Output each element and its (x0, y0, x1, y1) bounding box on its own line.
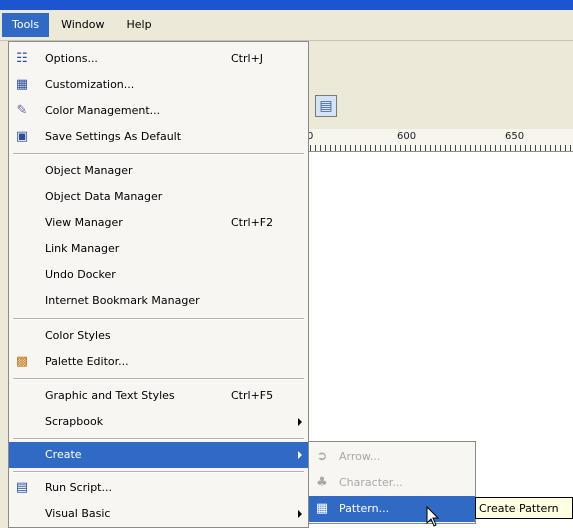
run-script-icon: ▤ (15, 480, 29, 495)
horizontal-ruler[interactable]: 0 600 650 (305, 129, 573, 152)
menu-help[interactable]: Help (116, 13, 161, 37)
menu-separator (13, 318, 304, 320)
menu-item-object-manager[interactable]: Object Manager (9, 158, 308, 184)
palette-editor-icon: ▩ (15, 354, 29, 369)
menu-item-visual-basic[interactable]: Visual Basic (9, 501, 308, 527)
menu-item-options[interactable]: ☷ Options... Ctrl+J (9, 46, 308, 72)
color-management-icon: ✎ (16, 103, 28, 118)
save-settings-icon: ▣ (15, 129, 29, 144)
mouse-cursor-icon (426, 506, 440, 527)
menu-item-palette-editor[interactable]: ▩ Palette Editor... (9, 349, 308, 375)
ruler-label: 600 (397, 131, 417, 142)
menu-item-undo-docker[interactable]: Undo Docker (9, 262, 308, 288)
menu-separator (13, 471, 304, 473)
menu-tools[interactable]: Tools (2, 13, 50, 37)
submenu-item-pattern[interactable]: ▦ Pattern... (309, 496, 475, 522)
menu-item-customization[interactable]: ▦ Customization... (9, 72, 308, 98)
menu-item-internet-bookmark-manager[interactable]: Internet Bookmark Manager (9, 288, 308, 314)
menu-item-scrapbook[interactable]: Scrapbook (9, 409, 308, 435)
menu-separator (13, 438, 304, 440)
submenu-arrow-icon (298, 510, 302, 518)
menu-separator (13, 378, 304, 380)
character-icon: ♣ (316, 475, 328, 490)
pattern-icon: ▦ (315, 501, 329, 516)
menu-window[interactable]: Window (51, 13, 114, 37)
submenu-item-character[interactable]: ♣ Character... (309, 470, 475, 496)
menu-item-link-manager[interactable]: Link Manager (9, 236, 308, 262)
ruler-label: 650 (505, 131, 525, 142)
window-title-strip (0, 0, 573, 10)
menu-item-run-script[interactable]: ▤ Run Script... (9, 475, 308, 501)
tooltip: Create Pattern (475, 497, 573, 519)
menu-item-create[interactable]: Create (9, 442, 308, 468)
submenu-arrow-icon (298, 451, 302, 459)
menu-item-object-data-manager[interactable]: Object Data Manager (9, 184, 308, 210)
menu-item-graphic-text-styles[interactable]: Graphic and Text Styles Ctrl+F5 (9, 383, 308, 409)
options-icon: ☷ (16, 51, 28, 66)
submenu-item-arrow[interactable]: ➲ Arrow... (309, 444, 475, 470)
layout-icon[interactable]: ▤ (315, 95, 337, 117)
menu-item-color-management[interactable]: ✎ Color Management... (9, 98, 308, 124)
menu-item-save-settings[interactable]: ▣ Save Settings As Default (9, 124, 308, 150)
menu-separator (13, 153, 304, 155)
arrow-icon: ➲ (316, 449, 328, 464)
menu-bar: Tools Window Help (0, 10, 573, 41)
submenu-arrow-icon (298, 418, 302, 426)
menu-item-view-manager[interactable]: View Manager Ctrl+F2 (9, 210, 308, 236)
create-submenu: ➲ Arrow... ♣ Character... ▦ Pattern... (308, 441, 476, 524)
tools-menu: ☷ Options... Ctrl+J ▦ Customization... ✎… (8, 41, 309, 528)
customization-icon: ▦ (15, 77, 29, 92)
toolbar-area (305, 41, 573, 129)
left-toolbox-strip (0, 41, 8, 528)
ruler-ticks (305, 145, 573, 151)
menu-item-color-styles[interactable]: Color Styles (9, 323, 308, 349)
